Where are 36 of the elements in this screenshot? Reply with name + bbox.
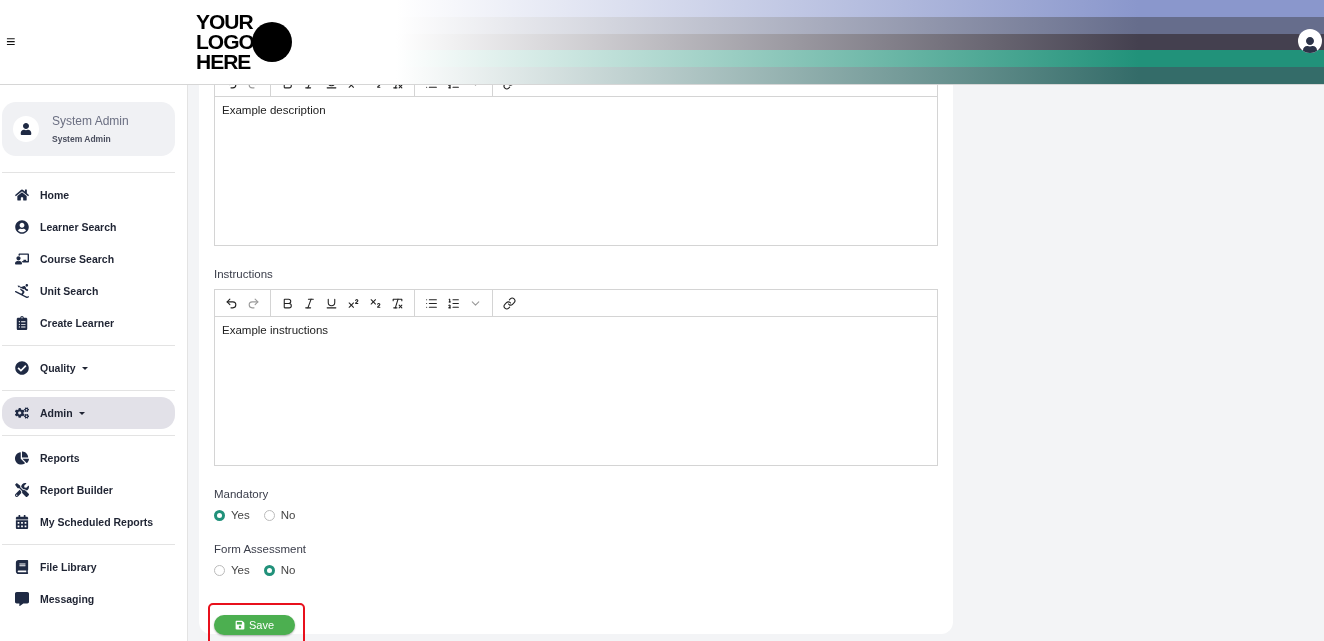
nav-item[interactable]: Learner Search xyxy=(2,211,175,243)
instructions-text[interactable]: Example instructions xyxy=(215,317,937,465)
nav-item[interactable]: My Scheduled Reports xyxy=(2,506,175,538)
nav-item[interactable]: Quality xyxy=(2,352,175,384)
home-icon xyxy=(15,188,31,202)
menu-icon[interactable]: ≡ xyxy=(6,33,196,51)
user-name: System Admin xyxy=(52,114,129,128)
user-icon xyxy=(15,220,31,234)
nav-item[interactable]: Course Search xyxy=(2,243,175,275)
field-label: Instructions xyxy=(214,268,274,280)
gears-icon xyxy=(15,406,31,420)
nav-item[interactable]: Report Builder xyxy=(2,474,175,506)
radio-option[interactable]: No xyxy=(263,564,296,576)
nav-item[interactable]: Messaging xyxy=(2,583,175,615)
description-text[interactable]: Example description xyxy=(215,97,937,245)
field-label: Form Assessment xyxy=(214,543,308,555)
logo: YOUR LOGO HERE xyxy=(196,12,396,72)
radio-option[interactable]: Yes xyxy=(214,564,250,576)
tools-icon xyxy=(15,483,31,497)
skier-icon xyxy=(15,284,31,298)
field-label: Mandatory xyxy=(214,488,270,500)
nav-item[interactable]: Reports xyxy=(2,442,175,474)
book-icon xyxy=(15,560,31,574)
radio-option[interactable]: No xyxy=(263,509,296,521)
nav-item[interactable]: Create Learner xyxy=(2,307,175,339)
nav-item[interactable]: Admin xyxy=(2,397,175,429)
nav-item[interactable]: File Library xyxy=(2,551,175,583)
speech-bubble-icon xyxy=(15,592,31,606)
nav-item[interactable]: Unit Search xyxy=(2,275,175,307)
user-icon xyxy=(13,116,39,142)
teacher-icon xyxy=(15,252,31,266)
radio-option[interactable]: Yes xyxy=(214,509,250,521)
calendar-icon xyxy=(15,515,31,529)
user-role: System Admin xyxy=(52,134,112,144)
pie-chart-icon xyxy=(15,451,31,465)
nav-item[interactable]: Home xyxy=(2,179,175,211)
